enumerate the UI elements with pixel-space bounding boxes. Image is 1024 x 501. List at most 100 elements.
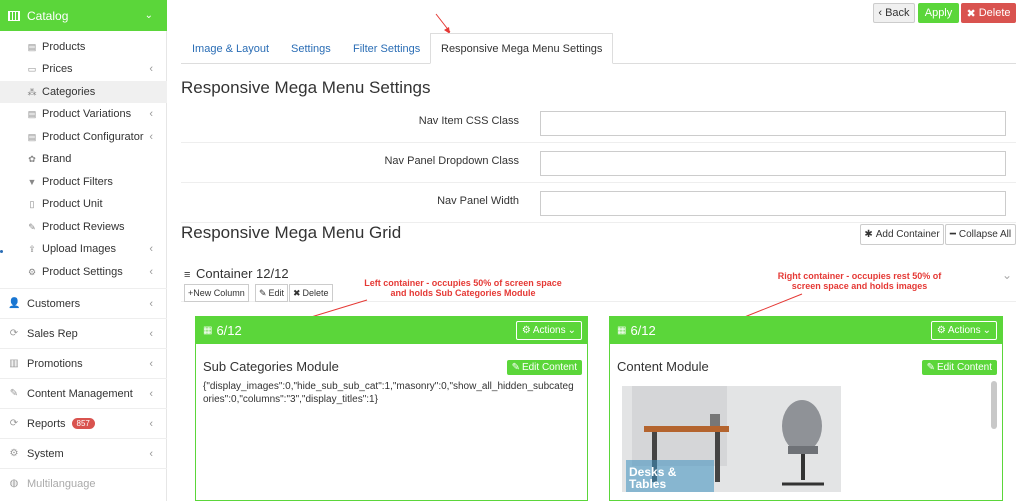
settings-title: Responsive Mega Menu Settings [181,78,431,97]
sidebar-item-reports[interactable]: ⟳ Reports 857 ‹ [0,408,167,438]
sidebar-header-label: Catalog [27,8,69,23]
tab-responsive-mega-menu-settings[interactable]: Responsive Mega Menu Settings [430,33,614,64]
sidebar-item-product-variations[interactable]: ▤ Product Variations ‹ [0,103,167,125]
sidebar-item-products[interactable]: ▤ Products [0,36,167,58]
sidebar-item-product-settings[interactable]: ⚙ Product Settings ‹ [0,261,167,283]
chevron-down-icon: ⌄ [144,10,153,21]
module-title: Sub Categories Module [203,359,339,374]
list-icon: ▤ [27,108,37,119]
sidebar-item-product-configurator[interactable]: ▤ Product Configurator ‹ [0,126,167,148]
sidebar-item-promotions[interactable]: ▥ Promotions ‹ [0,348,167,378]
sidebar-item-label: Multilanguage [27,477,96,490]
edit-content-button[interactable]: ✎ Edit Content [921,360,997,375]
desks-tables-image: Desks & Tables [622,386,841,492]
left-column-panel: ▦ 6/12 ⚙ Actions ⌄ Sub Categories Module… [195,316,588,501]
sidebar-item-multilanguage[interactable]: ◍ Multilanguage [0,468,167,498]
chevron-left-icon: ‹ [149,266,153,278]
grid-icon[interactable]: ▦ [203,325,212,336]
chevron-left-icon: ‹ [149,243,153,255]
money-icon: ▭ [27,63,37,74]
table-icon [8,10,20,21]
chevron-left-icon: ‹ [149,131,153,143]
back-label: Back [885,7,910,19]
edit-content-label: Edit Content [936,362,992,373]
chevron-down-icon: ⌄ [982,325,991,336]
file-icon: ▯ [29,198,35,209]
sidebar-item-product-reviews[interactable]: ✎ Product Reviews [0,216,167,238]
nav-item-css-class-input[interactable] [540,111,1006,136]
chart-icon: ▥ [9,358,19,369]
container-title: ≡ Container 12/12 [184,266,289,281]
tab-settings[interactable]: Settings [291,33,331,64]
sidebar-item-label: Reports [27,417,66,430]
tab-bar: Image & Layout Settings Filter Settings … [181,33,1016,64]
add-container-label: Add Container [875,229,940,240]
nav-panel-dropdown-class-input[interactable] [540,151,1006,176]
sidebar-item-system[interactable]: ⚙ System ‹ [0,438,167,468]
actions-dropdown[interactable]: ⚙ Actions ⌄ [515,321,582,340]
gear-icon: ⚙ [27,266,37,277]
reports-count-badge: 857 [71,418,95,429]
sidebar-item-label: Product Unit [42,198,103,210]
drag-handle-icon[interactable]: ≡ [184,269,190,281]
field-label: Nav Item CSS Class [418,115,519,127]
back-button[interactable]: ‹ Back [873,3,915,23]
sidebar-item-product-unit[interactable]: ▯ Product Unit [0,193,167,215]
scrollbar[interactable] [991,381,997,429]
field-label: Nav Panel Dropdown Class [384,155,519,167]
sidebar-item-label: Prices [42,63,73,75]
chevron-left-icon: ‹ [149,387,153,400]
indicator-dot [0,250,3,253]
edit-icon: ✎ [9,388,19,399]
sidebar-item-sales-rep[interactable]: ⟳ Sales Rep ‹ [0,318,167,348]
apply-button[interactable]: Apply [918,3,959,23]
pencil-icon: ✎ [511,362,520,373]
collapse-all-button[interactable]: ━ Collapse All [945,224,1016,245]
sidebar-item-label: Content Management [27,387,133,400]
sidebar-item-label: Categories [42,86,96,98]
new-column-label: New Column [193,288,245,298]
sidebar-item-catalog[interactable]: Catalog ⌄ [0,0,167,31]
actions-label: Actions [532,325,566,336]
edit-icon: ✎ [28,221,36,232]
sidebar-item-content-management[interactable]: ✎ Content Management ‹ [0,378,167,408]
panel-header: ▦ 6/12 ⚙ Actions ⌄ [196,317,587,344]
user-icon: 👤 [8,298,21,309]
sidebar-item-label: Customers [27,297,81,310]
minus-icon: ━ [949,229,956,240]
sidebar-item-label: Product Variations [42,108,132,120]
grid-icon[interactable]: ▦ [617,325,626,336]
column-size: 6/12 [216,323,242,338]
sidebar-item-categories[interactable]: ⁂ Categories [0,81,167,103]
sidebar-item-label: Upload Images [42,243,116,255]
actions-dropdown[interactable]: ⚙ Actions ⌄ [930,321,997,340]
nav-panel-width-input[interactable] [540,191,1006,216]
add-container-button[interactable]: ✱ Add Container [860,224,944,245]
globe-icon: ◍ [9,478,19,489]
tab-image-layout[interactable]: Image & Layout [192,33,269,64]
chevron-down-icon[interactable]: ⌄ [1002,268,1012,282]
delete-button[interactable]: ✖ Delete [961,3,1016,23]
sidebar-item-brand[interactable]: ✿ Brand [0,148,167,170]
tab-filter-settings[interactable]: Filter Settings [353,33,420,64]
sidebar-item-label: Brand [42,153,72,165]
sidebar-item-label: Product Settings [42,266,123,278]
sidebar-item-upload-images[interactable]: ⇪ Upload Images ‹ [0,238,167,260]
collapse-all-label: Collapse All [958,229,1012,240]
container-title-text: Container 12/12 [196,266,289,281]
sidebar-item-label: Product Filters [42,176,113,188]
new-column-button[interactable]: + New Column [184,284,249,302]
chevron-left-icon: ‹ [149,417,153,430]
grid-title: Responsive Mega Menu Grid [181,223,402,242]
sitemap-icon: ⁂ [27,86,37,97]
sidebar-item-customers[interactable]: 👤 Customers ‹ [0,288,167,318]
sidebar-item-prices[interactable]: ▭ Prices ‹ [0,58,167,80]
sidebar-item-label: Sales Rep [27,327,78,340]
edit-content-button[interactable]: ✎ Edit Content [506,360,582,375]
asterisk-icon: ✱ [864,229,873,240]
sidebar-item-label: Product Reviews [42,221,125,233]
edit-content-label: Edit Content [521,362,577,373]
sidebar-item-product-filters[interactable]: ▼ Product Filters [0,171,167,193]
form-row-nav-item-css: Nav Item CSS Class [181,103,1016,143]
list-icon: ▤ [27,131,37,142]
